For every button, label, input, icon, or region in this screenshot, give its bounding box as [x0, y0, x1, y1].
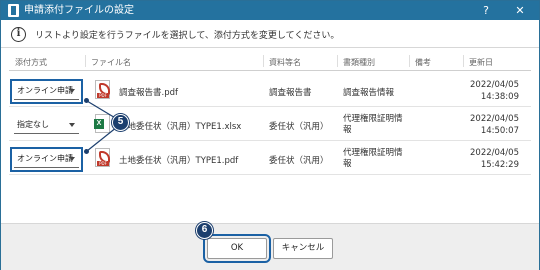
chevron-down-icon[interactable]: [69, 123, 75, 127]
column-divider: [337, 55, 338, 67]
chevron-down-icon[interactable]: [69, 157, 75, 161]
dialog-window: 申請添付ファイルの設定 ? ✕ i リストより設定を行うファイルを選択して、添付…: [0, 0, 540, 270]
file-name: 土地委任状（汎用）TYPE1.xlsx: [119, 122, 242, 132]
column-header-doc-name: 資料等名: [269, 58, 301, 67]
info-text: リストより設定を行うファイルを選択して、添付方式を変更してください。: [35, 31, 340, 41]
attach-method-value: 指定なし: [17, 120, 49, 129]
column-header-updated: 更新日: [469, 58, 493, 67]
file-name: 土地委任状（汎用）TYPE1.pdf: [119, 156, 239, 166]
excel-icon: X: [94, 114, 110, 133]
doc-name: 調査報告書: [269, 88, 312, 98]
title-bar: 申請添付ファイルの設定 ? ✕: [1, 1, 539, 20]
info-icon: i: [11, 27, 26, 42]
column-header-method: 添付方式: [15, 58, 47, 67]
updated-time: 14:38:09: [480, 92, 519, 102]
updated-date: 2022/04/05: [470, 80, 519, 90]
callout-dot: [84, 149, 89, 154]
callout-dot: [84, 98, 89, 103]
attach-method-dropdown[interactable]: オンライン申請: [10, 79, 83, 104]
dialog-footer: OK キャンセル: [1, 223, 539, 270]
column-divider: [263, 55, 264, 67]
doc-type: 調査報告情報: [343, 88, 395, 98]
doc-name: 委任状（汎用）: [269, 156, 329, 166]
column-header-remarks: 備考: [415, 58, 431, 67]
file-name: 調査報告書.pdf: [119, 88, 178, 98]
step-marker-6: 6: [196, 222, 213, 239]
step-marker-5: 5: [112, 114, 129, 131]
cancel-button[interactable]: キャンセル: [273, 238, 333, 259]
app-icon: [8, 4, 19, 17]
column-divider: [409, 55, 410, 67]
updated-date: 2022/04/05: [470, 114, 519, 124]
updated-time: 15:42:29: [480, 160, 519, 170]
doc-type: 代理権限証明情報: [343, 114, 403, 135]
attach-method-value: オンライン申請: [17, 86, 73, 95]
doc-type: 代理権限証明情報: [343, 148, 403, 169]
attach-method-dropdown[interactable]: 指定なし: [14, 117, 79, 134]
close-button[interactable]: ✕: [507, 1, 533, 20]
column-header-doc-type: 書類種別: [343, 58, 375, 67]
help-button[interactable]: ?: [473, 1, 499, 20]
doc-name: 委任状（汎用）: [269, 122, 329, 132]
column-divider: [85, 55, 86, 67]
table-row[interactable]: 指定なし X 土地委任状（汎用）TYPE1.xlsx 委任状（汎用） 代理権限証…: [9, 108, 531, 141]
dialog-title: 申請添付ファイルの設定: [24, 5, 134, 16]
table-row[interactable]: オンライン申請 PDF 土地委任状（汎用）TYPE1.pdf 委任状（汎用） 代…: [9, 142, 531, 175]
table-header: 添付方式 ファイル名 資料等名 書類種別 備考 更新日: [9, 51, 531, 71]
attach-method-value: オンライン申請: [17, 154, 73, 163]
attach-method-dropdown[interactable]: オンライン申請: [10, 147, 83, 172]
column-header-file-name: ファイル名: [91, 58, 131, 67]
updated-time: 14:50:07: [480, 126, 519, 136]
chevron-down-icon[interactable]: [69, 89, 75, 93]
pdf-icon: PDF: [95, 80, 110, 99]
pdf-icon: PDF: [95, 148, 110, 167]
updated-date: 2022/04/05: [470, 148, 519, 158]
column-divider: [463, 55, 464, 67]
info-bar: i リストより設定を行うファイルを選択して、添付方式を変更してください。: [1, 20, 539, 48]
ok-button[interactable]: OK: [203, 234, 271, 263]
